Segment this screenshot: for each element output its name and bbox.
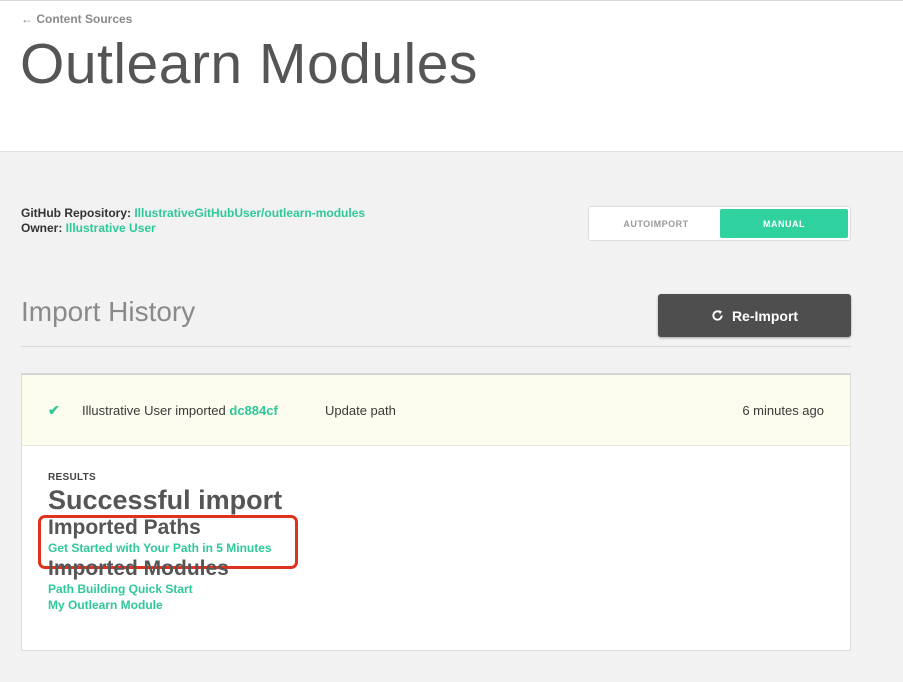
import-mode-toggle: AUTOIMPORT MANUAL <box>588 206 851 241</box>
results-label: RESULTS <box>48 472 97 483</box>
imported-module-link[interactable]: My Outlearn Module <box>48 597 282 613</box>
owner-label: Owner: <box>21 221 66 235</box>
reimport-label: Re-Import <box>731 307 799 324</box>
reimport-button[interactable]: Re-Import <box>658 294 851 337</box>
owner-row: Owner: Illustrative User <box>21 221 365 236</box>
check-icon: ✔ <box>48 402 60 418</box>
history-entry[interactable]: ✔ Illustrative User imported dc884cf Upd… <box>22 375 850 446</box>
entry-who-text: Illustrative User imported <box>82 403 230 418</box>
page-title: Outlearn Modules <box>20 32 478 96</box>
import-history-panel: ✔ Illustrative User imported dc884cf Upd… <box>21 373 851 651</box>
repo-info: GitHub Repository: IllustrativeGitHubUse… <box>21 206 365 236</box>
manual-option[interactable]: MANUAL <box>720 209 848 238</box>
results-section: RESULTS Successful import Imported Paths… <box>48 472 282 613</box>
imported-path-link[interactable]: Get Started with Your Path in 5 Minutes <box>48 540 282 556</box>
repo-link[interactable]: IllustrativeGitHubUser/outlearn-modules <box>134 206 365 220</box>
imported-modules-heading: Imported Modules <box>48 557 229 580</box>
entry-author: Illustrative User imported dc884cf <box>82 403 278 418</box>
import-history-heading: Import History <box>21 296 196 327</box>
page-header: ← Content Sources Outlearn Modules <box>0 0 903 152</box>
repo-row: GitHub Repository: IllustrativeGitHubUse… <box>21 206 365 221</box>
imported-paths-heading: Imported Paths <box>48 516 201 539</box>
commit-link[interactable]: dc884cf <box>229 403 277 418</box>
owner-link[interactable]: Illustrative User <box>66 221 156 235</box>
divider <box>21 346 851 347</box>
import-status: Successful import <box>48 485 283 515</box>
refresh-icon <box>712 310 723 321</box>
commit-message: Update path <box>325 403 396 418</box>
repo-label: GitHub Repository: <box>21 206 135 220</box>
entry-timestamp: 6 minutes ago <box>742 403 824 418</box>
imported-module-link[interactable]: Path Building Quick Start <box>48 581 282 597</box>
back-to-content-sources-link[interactable]: ← Content Sources <box>21 12 132 26</box>
autoimport-option[interactable]: AUTOIMPORT <box>592 209 720 238</box>
